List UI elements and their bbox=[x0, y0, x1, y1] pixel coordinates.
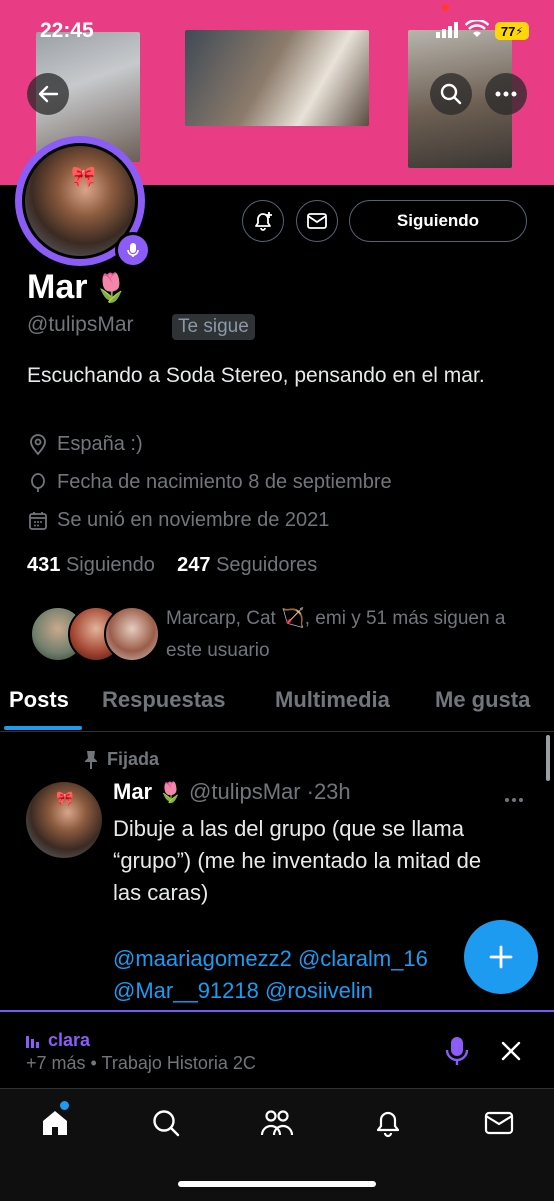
wifi-icon bbox=[464, 18, 490, 43]
tulip-emoji: 🌷 bbox=[93, 272, 129, 303]
profile-joined: Se unió en noviembre de 2021 bbox=[27, 509, 329, 532]
followers-count: 247 bbox=[177, 554, 211, 576]
nav-explore[interactable] bbox=[149, 1106, 183, 1140]
following-label: Siguiendo bbox=[65, 554, 155, 576]
message-button[interactable] bbox=[296, 200, 338, 242]
space-close-button[interactable] bbox=[500, 1040, 522, 1067]
status-time: 22:45 bbox=[40, 19, 94, 42]
back-arrow-icon bbox=[38, 85, 59, 103]
tab-likes[interactable]: Me gusta bbox=[435, 687, 530, 713]
tulip-emoji: 🌷 bbox=[158, 781, 184, 804]
tab-posts[interactable]: Posts bbox=[9, 687, 69, 713]
tweet-author-name[interactable]: Mar bbox=[113, 779, 152, 805]
more-button[interactable] bbox=[485, 73, 527, 115]
tweet-text: Dibuje a las del grupo (que se llama “gr… bbox=[113, 816, 482, 905]
spaces-badge[interactable] bbox=[115, 232, 151, 268]
birthday-icon bbox=[31, 472, 45, 492]
space-title: clara bbox=[26, 1030, 90, 1051]
follower-avatar bbox=[104, 606, 160, 662]
followed-by-text: Marcarp, Cat 🏹, emi y 51 más siguen a es… bbox=[166, 608, 506, 661]
more-icon bbox=[505, 798, 523, 802]
signal-icon bbox=[436, 22, 458, 43]
battery-indicator: 77 ⚡ bbox=[495, 22, 529, 40]
pinned-label: Fijada bbox=[83, 749, 159, 770]
profile-tabs: Posts Respuestas Multimedia Me gusta bbox=[0, 683, 554, 732]
messages-icon bbox=[484, 1111, 514, 1135]
mic-badge-icon bbox=[127, 243, 139, 257]
location-text: España :) bbox=[57, 433, 143, 455]
tweet-author-handle[interactable]: @tulipsMar bbox=[189, 779, 301, 805]
pinned-text: Fijada bbox=[107, 749, 160, 769]
birthday-text: Fecha de nacimiento 8 de septiembre bbox=[57, 471, 392, 493]
followers-link[interactable]: 247 Seguidores bbox=[177, 554, 317, 576]
status-bar: 22:45 77 ⚡ bbox=[0, 0, 554, 60]
close-icon bbox=[501, 1041, 521, 1061]
more-icon bbox=[495, 91, 517, 97]
profile-name: Mar 🌷 bbox=[27, 268, 128, 307]
following-link[interactable]: 431 Siguiendo bbox=[27, 554, 155, 576]
profile-birthday: Fecha de nacimiento 8 de septiembre bbox=[27, 471, 392, 494]
explore-icon bbox=[153, 1110, 180, 1137]
tab-replies[interactable]: Respuestas bbox=[102, 687, 226, 713]
followers-label: Seguidores bbox=[216, 554, 318, 576]
following-count: 431 bbox=[27, 554, 61, 576]
space-mic-button[interactable] bbox=[444, 1036, 470, 1071]
tweet-time[interactable]: ·23h bbox=[307, 779, 351, 805]
scrollbar[interactable] bbox=[546, 735, 550, 781]
nav-home[interactable] bbox=[38, 1106, 72, 1140]
bow-decoration: 🎀 bbox=[71, 166, 96, 188]
mic-icon bbox=[445, 1037, 469, 1065]
communities-icon bbox=[260, 1110, 294, 1136]
profile-name-text: Mar bbox=[27, 268, 88, 306]
audio-bars-icon bbox=[26, 1035, 39, 1048]
home-notification-dot bbox=[60, 1101, 69, 1110]
search-icon bbox=[440, 83, 462, 105]
joined-text: Se unió en noviembre de 2021 bbox=[57, 509, 330, 531]
profile-location: España :) bbox=[27, 433, 143, 456]
tweet-avatar[interactable]: 🎀 bbox=[26, 782, 102, 858]
compose-button[interactable] bbox=[464, 920, 538, 994]
following-button[interactable]: Siguiendo bbox=[349, 200, 527, 242]
bell-icon bbox=[376, 1111, 400, 1138]
mail-icon bbox=[307, 213, 327, 229]
calendar-icon bbox=[29, 511, 47, 530]
bow-decoration: 🎀 bbox=[56, 790, 74, 806]
search-button[interactable] bbox=[430, 73, 472, 115]
follows-you-badge: Te sigue bbox=[172, 314, 255, 340]
recording-dot bbox=[442, 4, 449, 11]
home-icon bbox=[43, 1111, 67, 1135]
profile-handle: @tulipsMar bbox=[27, 313, 134, 336]
profile-bio: Escuchando a Soda Stereo, pensando en el… bbox=[27, 364, 485, 387]
notify-plus-icon bbox=[255, 212, 272, 231]
tab-media[interactable]: Multimedia bbox=[275, 687, 390, 713]
nav-communities[interactable] bbox=[260, 1106, 294, 1140]
tweet-header: Mar 🌷 @tulipsMar ·23h bbox=[113, 779, 351, 805]
back-button[interactable] bbox=[27, 73, 69, 115]
space-subtitle: +7 más • Trabajo Historia 2C bbox=[26, 1053, 256, 1073]
follow-counts: 431 Siguiendo 247 Seguidores bbox=[27, 554, 317, 577]
compose-plus-icon bbox=[489, 945, 513, 969]
pin-icon bbox=[85, 750, 97, 769]
tweet-mentions[interactable]: @maariagomezz2 @claralm_16 @Mar__91218 @… bbox=[113, 943, 513, 1007]
battery-level: 77 bbox=[500, 23, 516, 39]
space-title-text: clara bbox=[48, 1030, 91, 1050]
location-icon bbox=[30, 433, 46, 455]
nav-notifications[interactable] bbox=[371, 1106, 405, 1140]
home-indicator bbox=[178, 1181, 376, 1187]
nav-messages[interactable] bbox=[482, 1106, 516, 1140]
active-tab-indicator bbox=[4, 726, 82, 730]
tweet-more-button[interactable] bbox=[504, 790, 524, 808]
notify-button[interactable] bbox=[242, 200, 284, 242]
